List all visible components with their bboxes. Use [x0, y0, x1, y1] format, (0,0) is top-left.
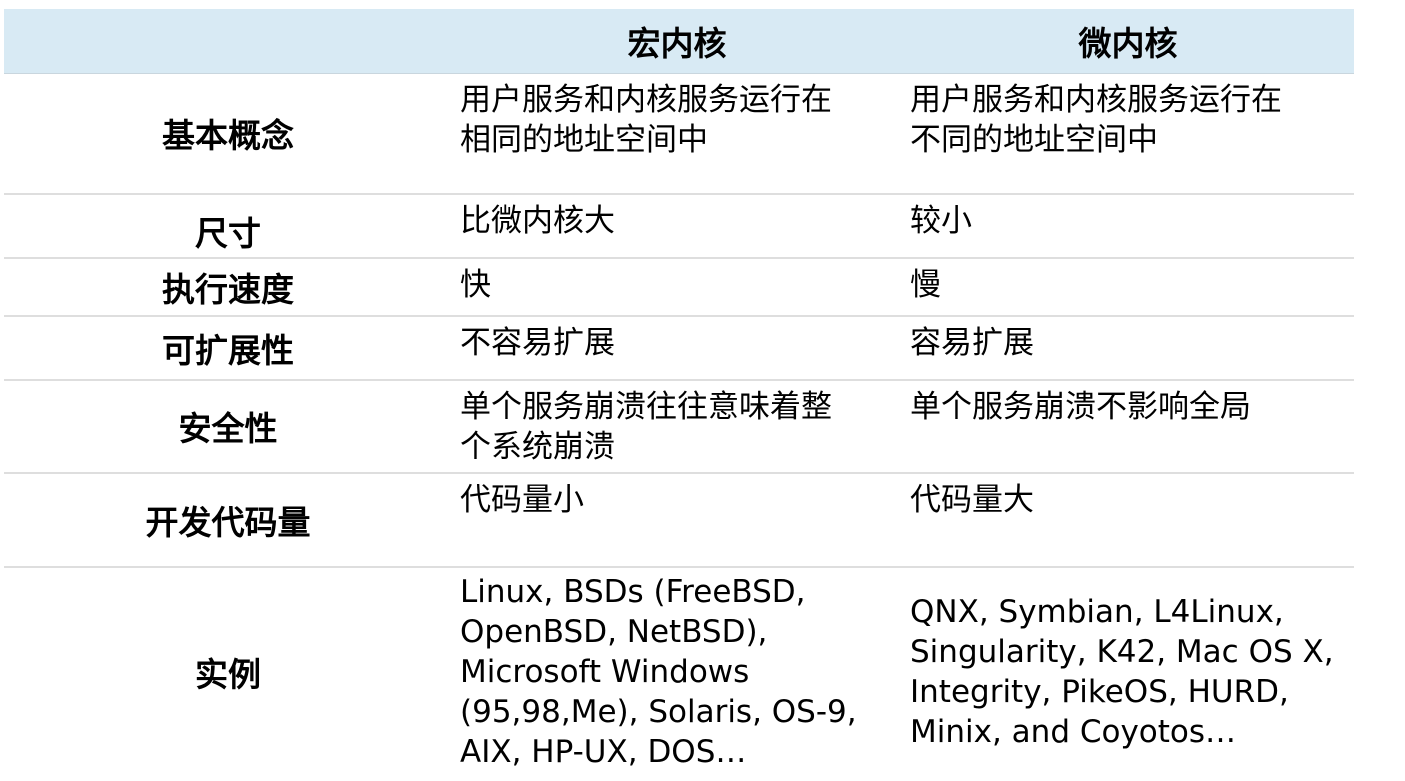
monolithic-cell: Linux, BSDs (FreeBSD, OpenBSD, NetBSD), … — [460, 574, 857, 770]
monolithic-cell: 用户服务和内核服务运行在 相同的地址空间中 — [452, 73, 902, 195]
micro-cell: QNX, Symbian, L4Linux, Singularity, K42,… — [910, 594, 1334, 750]
micro-cell: 容易扩展 — [902, 315, 1354, 381]
header-monolithic-kernel: 宏内核 — [452, 9, 902, 74]
row-label: 执行速度 — [4, 257, 452, 317]
monolithic-cell: 比微内核大 — [452, 193, 902, 259]
micro-cell: 用户服务和内核服务运行在 不同的地址空间中 — [902, 73, 1354, 195]
monolithic-cell: 单个服务崩溃往往意味着整 个系统崩溃 — [452, 379, 902, 474]
micro-cell: 慢 — [902, 257, 1354, 317]
header-microkernel: 微内核 — [902, 9, 1354, 74]
kernel-comparison-table: 宏内核 微内核 基本概念 用户服务和内核服务运行在 相同的地址空间中 用户服务和… — [4, 9, 1354, 777]
row-label: 可扩展性 — [4, 315, 452, 381]
monolithic-cell: 代码量小 — [452, 472, 902, 568]
header-row: 宏内核 微内核 — [4, 9, 1354, 74]
header-blank-cell — [4, 9, 452, 74]
table-row-execution-speed: 执行速度 快 慢 — [4, 257, 1354, 317]
table-row-code-size: 开发代码量 代码量小 代码量大 — [4, 472, 1354, 568]
micro-cell: 代码量大 — [902, 472, 1354, 568]
table-row-examples: 实例 Linux, BSDs (FreeBSD, OpenBSD, NetBSD… — [4, 567, 1354, 777]
micro-cell: 单个服务崩溃不影响全局 — [902, 379, 1354, 474]
row-label: 尺寸 — [4, 193, 452, 259]
monolithic-cell: 快 — [452, 257, 902, 317]
row-label: 基本概念 — [4, 73, 452, 195]
row-label: 安全性 — [4, 379, 452, 474]
table-row-size: 尺寸 比微内核大 较小 — [4, 193, 1354, 259]
micro-cell: 较小 — [902, 193, 1354, 259]
table-row-extensibility: 可扩展性 不容易扩展 容易扩展 — [4, 315, 1354, 381]
table-row-basic-concept: 基本概念 用户服务和内核服务运行在 相同的地址空间中 用户服务和内核服务运行在 … — [4, 73, 1354, 195]
row-label: 开发代码量 — [4, 472, 452, 568]
row-label: 实例 — [195, 655, 261, 694]
monolithic-cell: 不容易扩展 — [452, 315, 902, 381]
table-row-security: 安全性 单个服务崩溃往往意味着整 个系统崩溃 单个服务崩溃不影响全局 — [4, 379, 1354, 474]
